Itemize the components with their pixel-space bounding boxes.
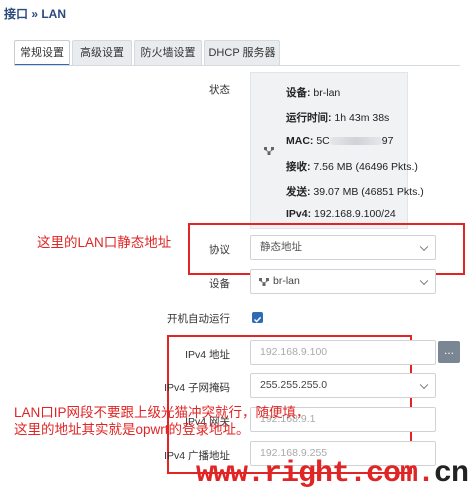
ipv4-address-placeholder: 192.168.9.100 [260,346,328,358]
ipv4-netmask-label: IPv4 子网掩码 [164,382,230,394]
device-select[interactable]: br-lan [250,269,436,294]
device-key: 设备: [286,87,311,99]
device-value: br-lan [313,87,341,99]
check-icon [253,316,262,323]
protocol-label: 协议 [209,244,230,256]
uptime-value: 1h 43m 38s [334,112,390,124]
mac-suffix: 97 [381,135,394,147]
status-panel: 设备: br-lan 运行时间: 1h 43m 38s MAC: 5C 97 接收… [250,72,424,229]
tab-divider [14,65,460,66]
annotation-note-line2: 这里的地址其实就是opwrt的登录地址。 [14,422,250,437]
tab-dhcp[interactable]: DHCP 服务器 [204,40,280,65]
chevron-down-icon [419,242,429,251]
tab-advanced[interactable]: 高级设置 [72,40,132,65]
network-icon [259,278,269,286]
ipv4-netmask-value: 255.255.255.0 [260,379,328,391]
watermark: www.right.com.cn [195,457,469,491]
tx-value: 39.07 MB (46851 Pkts.) [313,186,424,198]
tab-general[interactable]: 常规设置 [14,40,70,66]
mac-key: MAC: [286,135,314,147]
more-button[interactable]: ... [438,341,460,363]
ipv4-value: 192.168.9.100/24 [314,208,396,220]
ipv4-netmask-select[interactable]: 255.255.255.0 [250,373,436,398]
annotation-note-line1: LAN口IP网段不要跟上级光猫冲突就行，随便填， [14,405,310,420]
autostart-checkbox[interactable] [252,312,263,323]
protocol-select[interactable]: 静态地址 [250,235,436,260]
device-field-value: br-lan [273,275,300,287]
ipv4-address-label: IPv4 地址 [185,349,230,361]
protocol-value: 静态地址 [260,241,302,253]
status-label: 状态 [209,84,230,96]
mac-redaction [329,137,382,146]
rx-key: 接收: [286,161,311,173]
tx-key: 发送: [286,186,311,198]
ipv4-key: IPv4: [286,208,312,220]
tab-firewall[interactable]: 防火墙设置 [134,40,202,65]
watermark-suffix: cn [433,457,469,491]
watermark-main: www.right.com. [195,457,435,491]
autostart-label: 开机自动运行 [167,313,230,325]
uptime-key: 运行时间: [286,112,332,124]
chevron-down-icon [419,380,429,389]
mac-prefix: 5C [316,135,330,147]
network-icon [264,147,274,155]
chevron-down-icon [419,276,429,285]
device-label: 设备 [209,278,230,290]
breadcrumb[interactable]: 接口 » LAN [4,5,66,22]
rx-value: 7.56 MB (46496 Pkts.) [313,161,418,173]
ipv4-address-input[interactable]: 192.168.9.100 [250,340,436,365]
